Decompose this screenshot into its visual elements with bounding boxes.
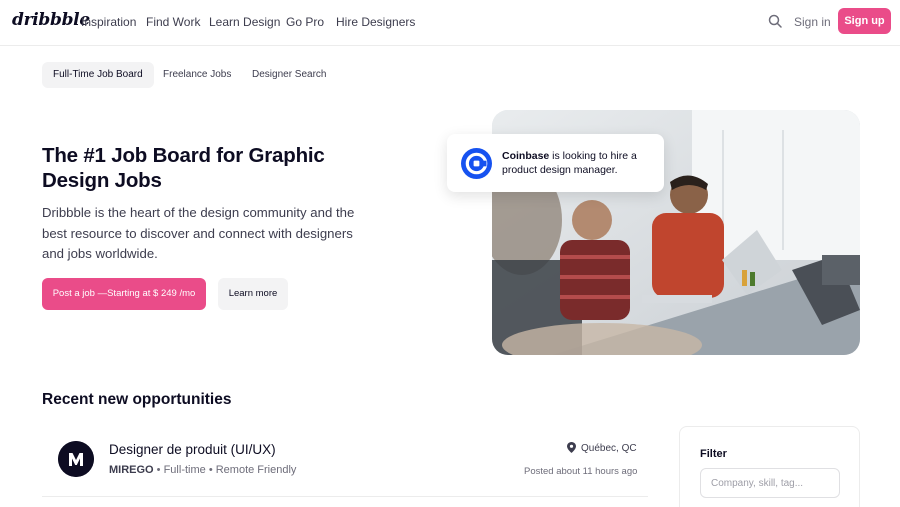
job-meta: MIREGO • Full-time • Remote Friendly [109,464,296,476]
top-navigation: dribbble Inspiration Find Work Learn Des… [0,0,900,46]
job-posted-time: Posted about 11 hours ago [524,466,638,477]
nav-link-find-work[interactable]: Find Work [146,15,200,29]
dribbble-logo[interactable]: dribbble [12,10,90,30]
hero-title: The #1 Job Board for Graphic Design Jobs [42,144,325,192]
hire-card-text: Coinbase is looking to hire a product de… [502,149,652,177]
mirego-logo-icon [58,441,94,477]
nav-link-learn-design[interactable]: Learn Design [209,15,280,29]
nav-link-hire-designers[interactable]: Hire Designers [336,15,415,29]
filter-panel: Filter [679,426,860,507]
post-a-job-button[interactable]: Post a job —Starting at $ 249 /mo [42,278,206,310]
filter-search-input[interactable] [700,468,840,498]
learn-more-button[interactable]: Learn more [218,278,288,310]
tab-freelance-jobs[interactable]: Freelance Jobs [152,62,242,88]
tab-full-time-job-board[interactable]: Full-Time Job Board [42,62,154,88]
job-details: • Full-time • Remote Friendly [153,464,297,476]
nav-link-inspiration[interactable]: Inspiration [81,15,136,29]
coinbase-logo-icon [461,148,492,179]
divider [42,496,648,497]
tab-designer-search[interactable]: Designer Search [241,62,337,88]
hire-card: Coinbase is looking to hire a product de… [447,134,664,192]
hire-card-company: Coinbase [502,150,550,162]
job-company[interactable]: MIREGO [109,464,154,476]
hero-description: Dribbble is the heart of the design comm… [42,205,355,261]
sign-up-button[interactable]: Sign up [838,8,891,34]
nav-link-go-pro[interactable]: Go Pro [286,15,324,29]
recent-opportunities-title: Recent new opportunities [42,391,232,408]
sign-in-link[interactable]: Sign in [794,15,831,29]
search-icon[interactable] [768,14,782,28]
job-title[interactable]: Designer de produit (UI/UX) [109,442,276,457]
location-pin-icon [567,442,576,453]
job-location: Québec, QC [581,443,637,454]
filter-title: Filter [700,448,727,460]
